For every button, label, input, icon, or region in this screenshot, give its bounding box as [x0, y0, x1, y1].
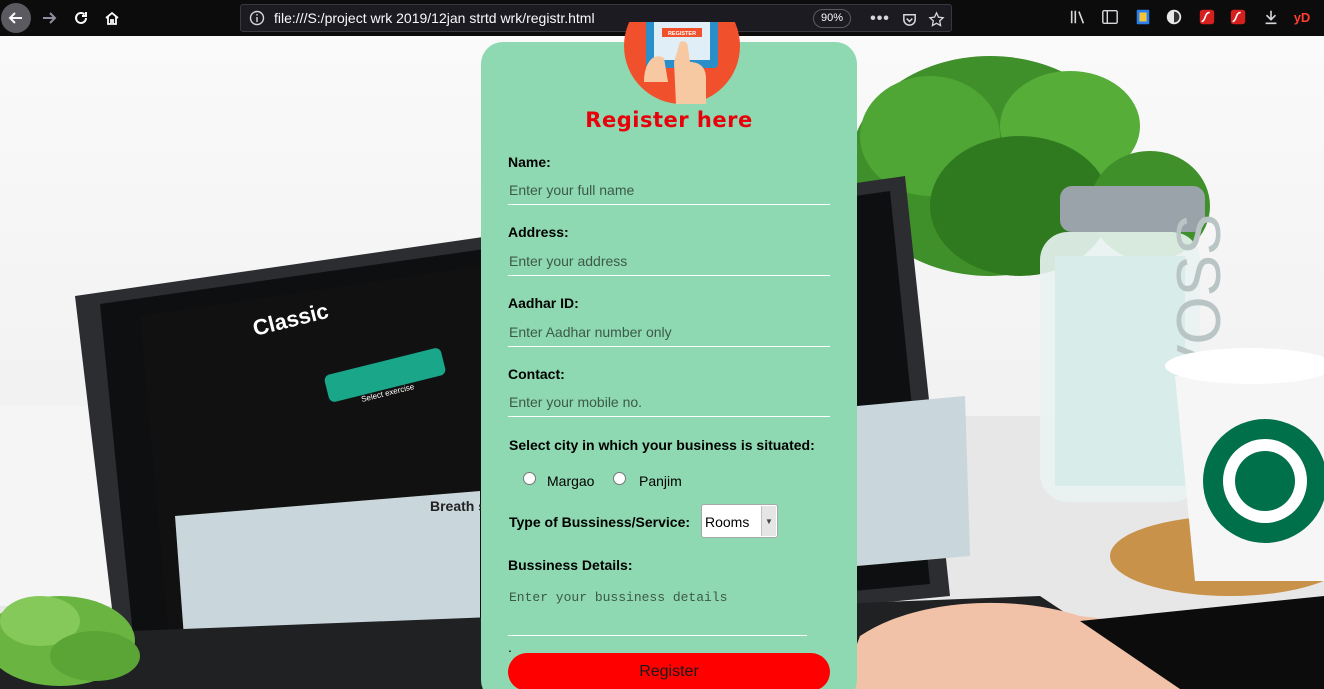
aadhar-label: Aadhar ID:: [508, 295, 579, 311]
zoom-badge[interactable]: 90%: [813, 9, 852, 28]
name-input[interactable]: [508, 175, 830, 205]
yandex-icon[interactable]: yD: [1292, 7, 1312, 27]
flash-icon[interactable]: [1197, 7, 1217, 27]
radio-margao-label[interactable]: Margao: [547, 473, 594, 489]
info-icon[interactable]: [249, 10, 265, 26]
home-icon[interactable]: [97, 3, 127, 33]
back-arrow-icon[interactable]: [1, 3, 31, 33]
extension-icon[interactable]: [1133, 7, 1153, 27]
download-icon[interactable]: [1261, 7, 1281, 27]
url-text[interactable]: file:///S:/project wrk 2019/12jan strtd …: [274, 10, 595, 26]
business-type-value[interactable]: Rooms: [705, 514, 749, 530]
business-details-label: Bussiness Details:: [508, 557, 633, 573]
radio-panjim[interactable]: [613, 472, 626, 485]
registration-card: REGISTER Register here Name: Address: Aa…: [481, 22, 857, 689]
star-icon[interactable]: [927, 10, 945, 28]
business-type-label: Type of Bussiness/Service:: [509, 514, 691, 530]
business-details-textarea[interactable]: [508, 587, 807, 636]
register-title: Register here: [585, 108, 753, 132]
contact-label: Contact:: [508, 366, 565, 382]
url-bar[interactable]: file:///S:/project wrk 2019/12jan strtd …: [240, 4, 952, 32]
logo-text: REGISTER: [668, 31, 696, 37]
sidebar-icon[interactable]: [1100, 7, 1120, 27]
library-icon[interactable]: [1068, 7, 1088, 27]
flash-icon[interactable]: [1228, 7, 1248, 27]
register-logo-icon: REGISTER: [624, 22, 740, 104]
radio-margao[interactable]: [523, 472, 536, 485]
reload-icon[interactable]: [66, 3, 96, 33]
details-note: .: [508, 639, 512, 655]
pocket-icon[interactable]: [900, 10, 918, 28]
shield-icon[interactable]: [1164, 7, 1184, 27]
contact-input[interactable]: [508, 387, 830, 417]
aadhar-input[interactable]: [508, 317, 830, 347]
chevron-down-icon[interactable]: ▼: [761, 506, 776, 536]
register-button[interactable]: Register: [508, 653, 830, 689]
city-label: Select city in which your business is si…: [509, 437, 815, 453]
address-input[interactable]: [508, 246, 830, 276]
forward-arrow-icon[interactable]: [34, 3, 64, 33]
ellipsis-icon[interactable]: •••: [870, 10, 889, 28]
radio-panjim-label[interactable]: Panjim: [639, 473, 682, 489]
address-label: Address:: [508, 224, 569, 240]
business-type-select[interactable]: Rooms ▼: [701, 504, 778, 538]
name-label: Name:: [508, 154, 551, 170]
